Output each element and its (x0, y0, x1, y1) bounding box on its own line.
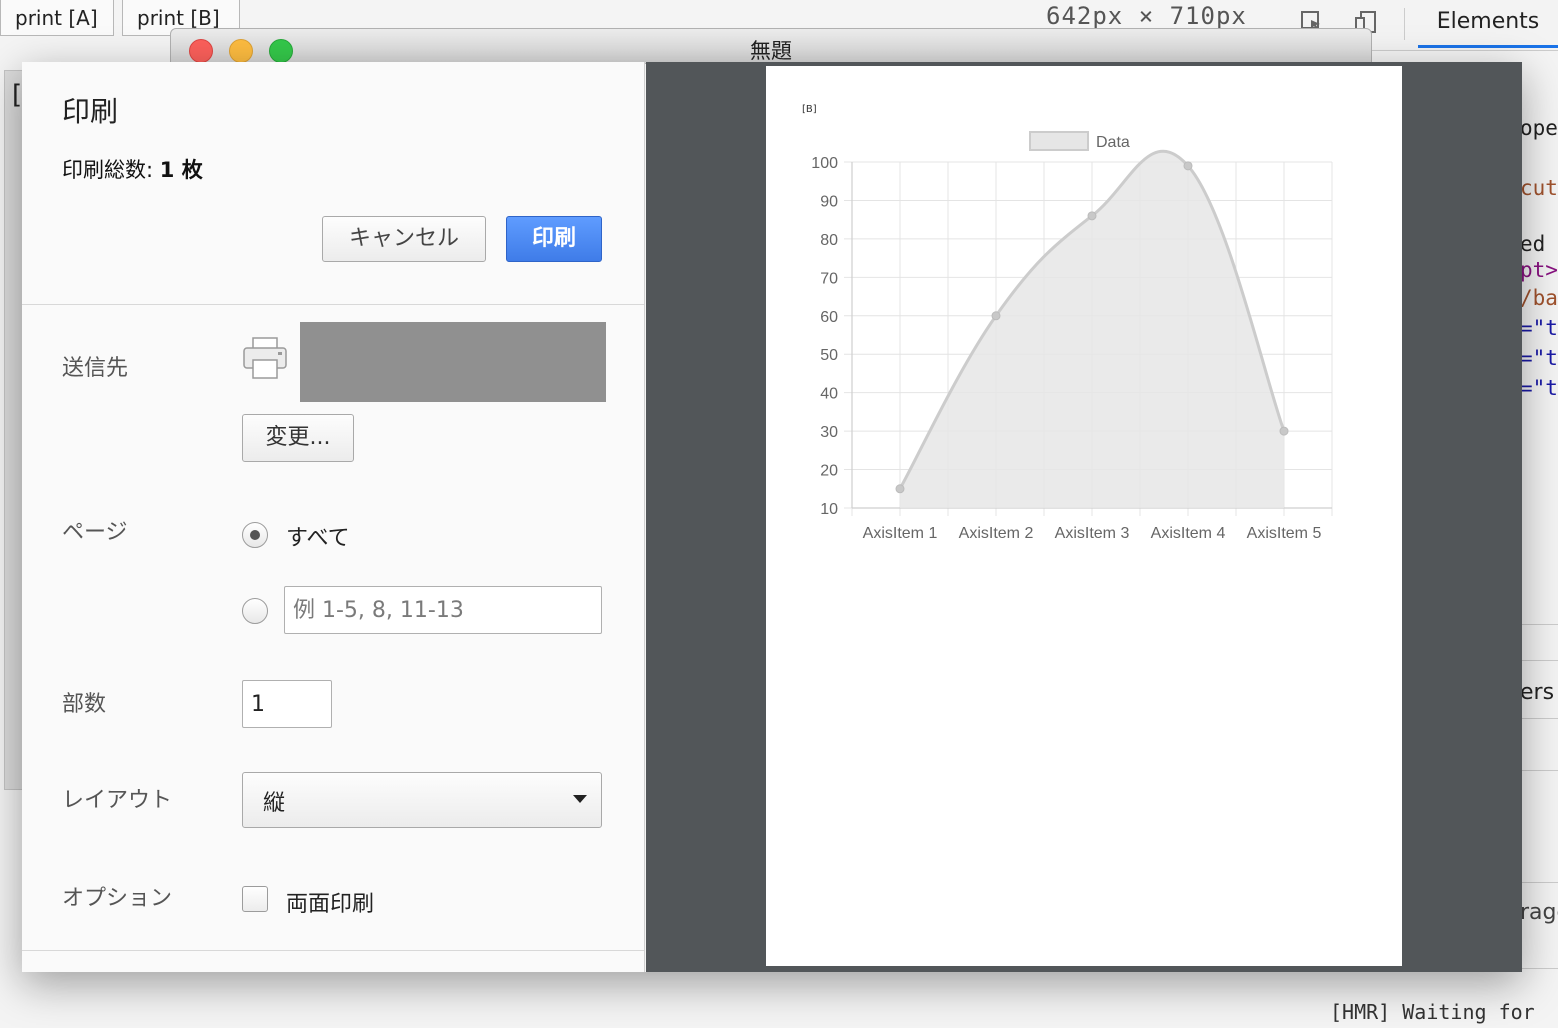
print-button[interactable]: 印刷 (506, 216, 602, 262)
window-title: 無題 (750, 39, 792, 63)
data-point (895, 484, 905, 494)
pages-all-label: すべて (286, 526, 350, 551)
pane-divider (1522, 882, 1558, 883)
change-destination-button[interactable]: 変更... (242, 414, 354, 462)
code-line: pt> (1520, 258, 1558, 282)
x-tick-label: AxisItem 2 (959, 525, 1034, 542)
printer-icon (242, 336, 288, 382)
styles-pane-label[interactable]: ers (1520, 680, 1554, 705)
x-tick-label: AxisItem 5 (1247, 525, 1322, 542)
background-bracket: [ (12, 80, 23, 110)
copies-label: 部数 (62, 692, 107, 717)
pages-label: ページ (62, 520, 128, 545)
storage-pane-label[interactable]: rage (1520, 900, 1558, 925)
code-line: ="te (1520, 316, 1558, 340)
tab-elements[interactable]: Elements (1418, 0, 1558, 48)
section-divider (22, 304, 644, 305)
copies-input[interactable] (242, 680, 332, 728)
destination-name (300, 322, 606, 402)
x-tick-label: AxisItem 1 (863, 525, 938, 542)
y-tick-label: 90 (820, 193, 838, 210)
preview-page: [B] 10 20 30 40 50 60 70 80 90 100 AxisItem 1 AxisI… (766, 66, 1402, 966)
pane-divider (1522, 660, 1558, 661)
viewport-dimensions: 642px × 710px (1046, 2, 1247, 30)
pane-divider (1522, 624, 1558, 625)
print-total-value: 1 枚 (159, 158, 203, 182)
pane-divider (1522, 718, 1558, 719)
data-point (1183, 161, 1193, 171)
dialog-title: 印刷 (62, 95, 119, 128)
y-tick-label: 60 (820, 309, 838, 326)
data-point (991, 311, 1001, 321)
code-line: ope (1520, 116, 1558, 140)
line-chart: 10 20 30 40 50 60 70 80 90 100 AxisItem 1 AxisItem … (811, 131, 1333, 542)
print-preview-area: [B] 10 20 30 40 50 60 70 80 90 100 AxisItem 1 AxisI… (646, 62, 1522, 972)
page-range-input[interactable] (284, 586, 602, 634)
y-tick-label: 50 (820, 347, 838, 364)
y-tick-label: 10 (820, 501, 838, 518)
print-a-button[interactable]: print [A] (0, 0, 114, 36)
chevron-down-icon (573, 795, 587, 803)
console-message: [HMR] Waiting for (1330, 1000, 1535, 1024)
code-line: cut- (1520, 176, 1558, 200)
x-tick-label: AxisItem 3 (1055, 525, 1130, 542)
legend-swatch (1029, 131, 1089, 151)
duplex-checkbox[interactable] (242, 886, 268, 912)
cancel-button[interactable]: キャンセル (322, 216, 486, 262)
pages-range-radio[interactable] (242, 598, 268, 624)
y-tick-label: 20 (820, 463, 838, 480)
y-tick-label: 100 (811, 155, 838, 172)
layout-select-value: 縦 (263, 791, 286, 816)
options-label: オプション (62, 886, 173, 911)
print-settings-panel: 印刷 印刷総数: 1 枚 キャンセル 印刷 送信先 変更... ページ すべて … (22, 62, 645, 972)
legend-label: Data (1096, 134, 1130, 151)
code-line: ed f (1520, 232, 1558, 256)
code-line: /ba5 (1520, 286, 1558, 310)
data-point (1087, 211, 1097, 221)
code-line: ="te (1520, 376, 1558, 400)
pane-divider (1522, 770, 1558, 771)
destination-label: 送信先 (62, 356, 129, 381)
y-tick-label: 40 (820, 386, 838, 403)
background-page (4, 70, 24, 790)
window-titlebar[interactable]: 無題 (170, 28, 1372, 64)
toolbar-divider (1404, 8, 1405, 40)
code-line: ="te (1520, 346, 1558, 370)
data-point (1279, 426, 1289, 436)
y-tick-label: 30 (820, 424, 838, 441)
print-total-label: 印刷総数: (62, 158, 154, 182)
print-dialog: 印刷 印刷総数: 1 枚 キャンセル 印刷 送信先 変更... ページ すべて … (22, 62, 1522, 972)
layout-select[interactable]: 縦 (242, 772, 602, 828)
section-divider (22, 950, 644, 951)
x-tick-label: AxisItem 4 (1151, 525, 1226, 542)
print-total: 印刷総数: 1 枚 (62, 154, 203, 184)
y-tick-label: 80 (820, 232, 838, 249)
pages-all-radio[interactable] (242, 522, 268, 548)
duplex-label: 両面印刷 (286, 892, 375, 917)
y-tick-label: 70 (820, 270, 838, 287)
layout-label: レイアウト (62, 788, 173, 813)
